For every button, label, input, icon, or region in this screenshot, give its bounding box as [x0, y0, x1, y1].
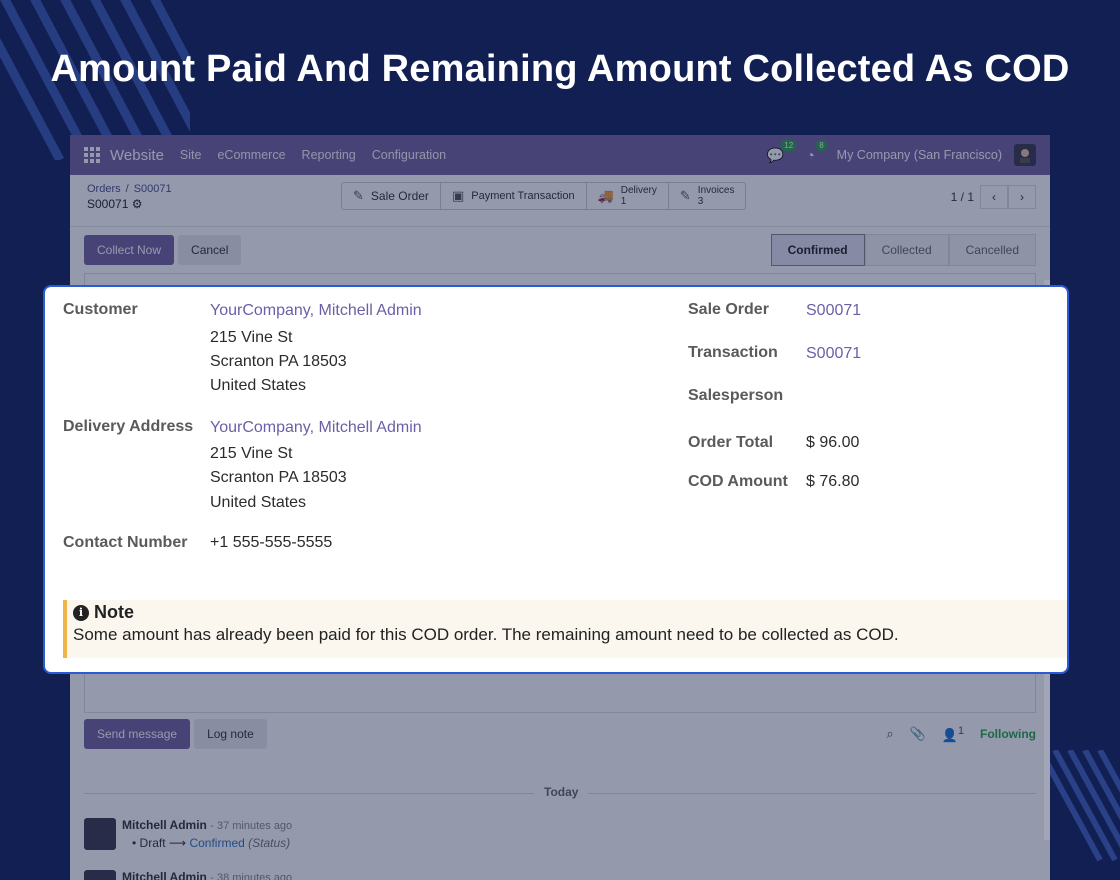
- delivery-country: United States: [210, 494, 307, 511]
- transaction-link[interactable]: S00071: [806, 345, 861, 363]
- contact-number-value: +1 555-555-5555: [210, 534, 333, 551]
- salesperson-label: Salesperson: [688, 387, 784, 404]
- sale-order-link[interactable]: S00071: [806, 302, 861, 320]
- transaction-label: Transaction: [688, 344, 778, 361]
- note-text: Some amount has already been paid for th…: [73, 625, 899, 644]
- contact-number-label: Contact Number: [63, 534, 188, 551]
- customer-street: 215 Vine St: [210, 329, 293, 346]
- customer-link[interactable]: YourCompany, Mitchell Admin: [210, 302, 422, 320]
- customer-label: Customer: [63, 301, 138, 318]
- sale-order-label: Sale Order: [688, 301, 769, 318]
- decorative-stripes-bottom-right: [1040, 750, 1120, 880]
- delivery-street: 215 Vine St: [210, 445, 293, 462]
- cod-amount-value: $ 76.80: [806, 473, 860, 490]
- note-callout: i Note Some amount has already been paid …: [63, 600, 1067, 658]
- note-title: Note: [94, 602, 134, 622]
- order-total-value: $ 96.00: [806, 434, 860, 451]
- cod-amount-label: COD Amount: [688, 473, 788, 490]
- info-icon: i: [73, 604, 89, 621]
- order-total-label: Order Total: [688, 434, 774, 451]
- delivery-address-label: Delivery Address: [63, 418, 194, 435]
- customer-city: Scranton PA 18503: [210, 353, 347, 370]
- delivery-city: Scranton PA 18503: [210, 469, 347, 486]
- delivery-address-link[interactable]: YourCompany, Mitchell Admin: [210, 419, 422, 437]
- headline-title: Amount Paid And Remaining Amount Collect…: [50, 48, 1070, 90]
- highlighted-form-section: Customer YourCompany, Mitchell Admin 215…: [43, 285, 1069, 674]
- customer-country: United States: [210, 377, 307, 394]
